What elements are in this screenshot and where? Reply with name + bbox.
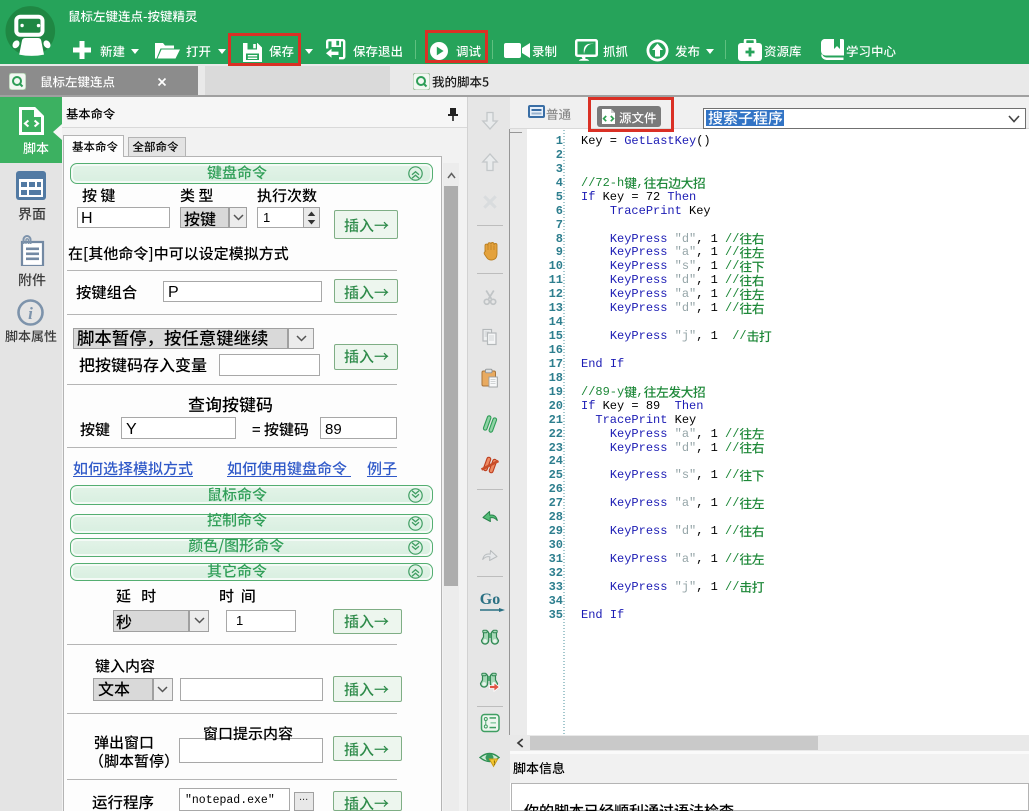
svg-text:i: i [28,304,33,323]
svg-text:!: ! [493,760,495,767]
